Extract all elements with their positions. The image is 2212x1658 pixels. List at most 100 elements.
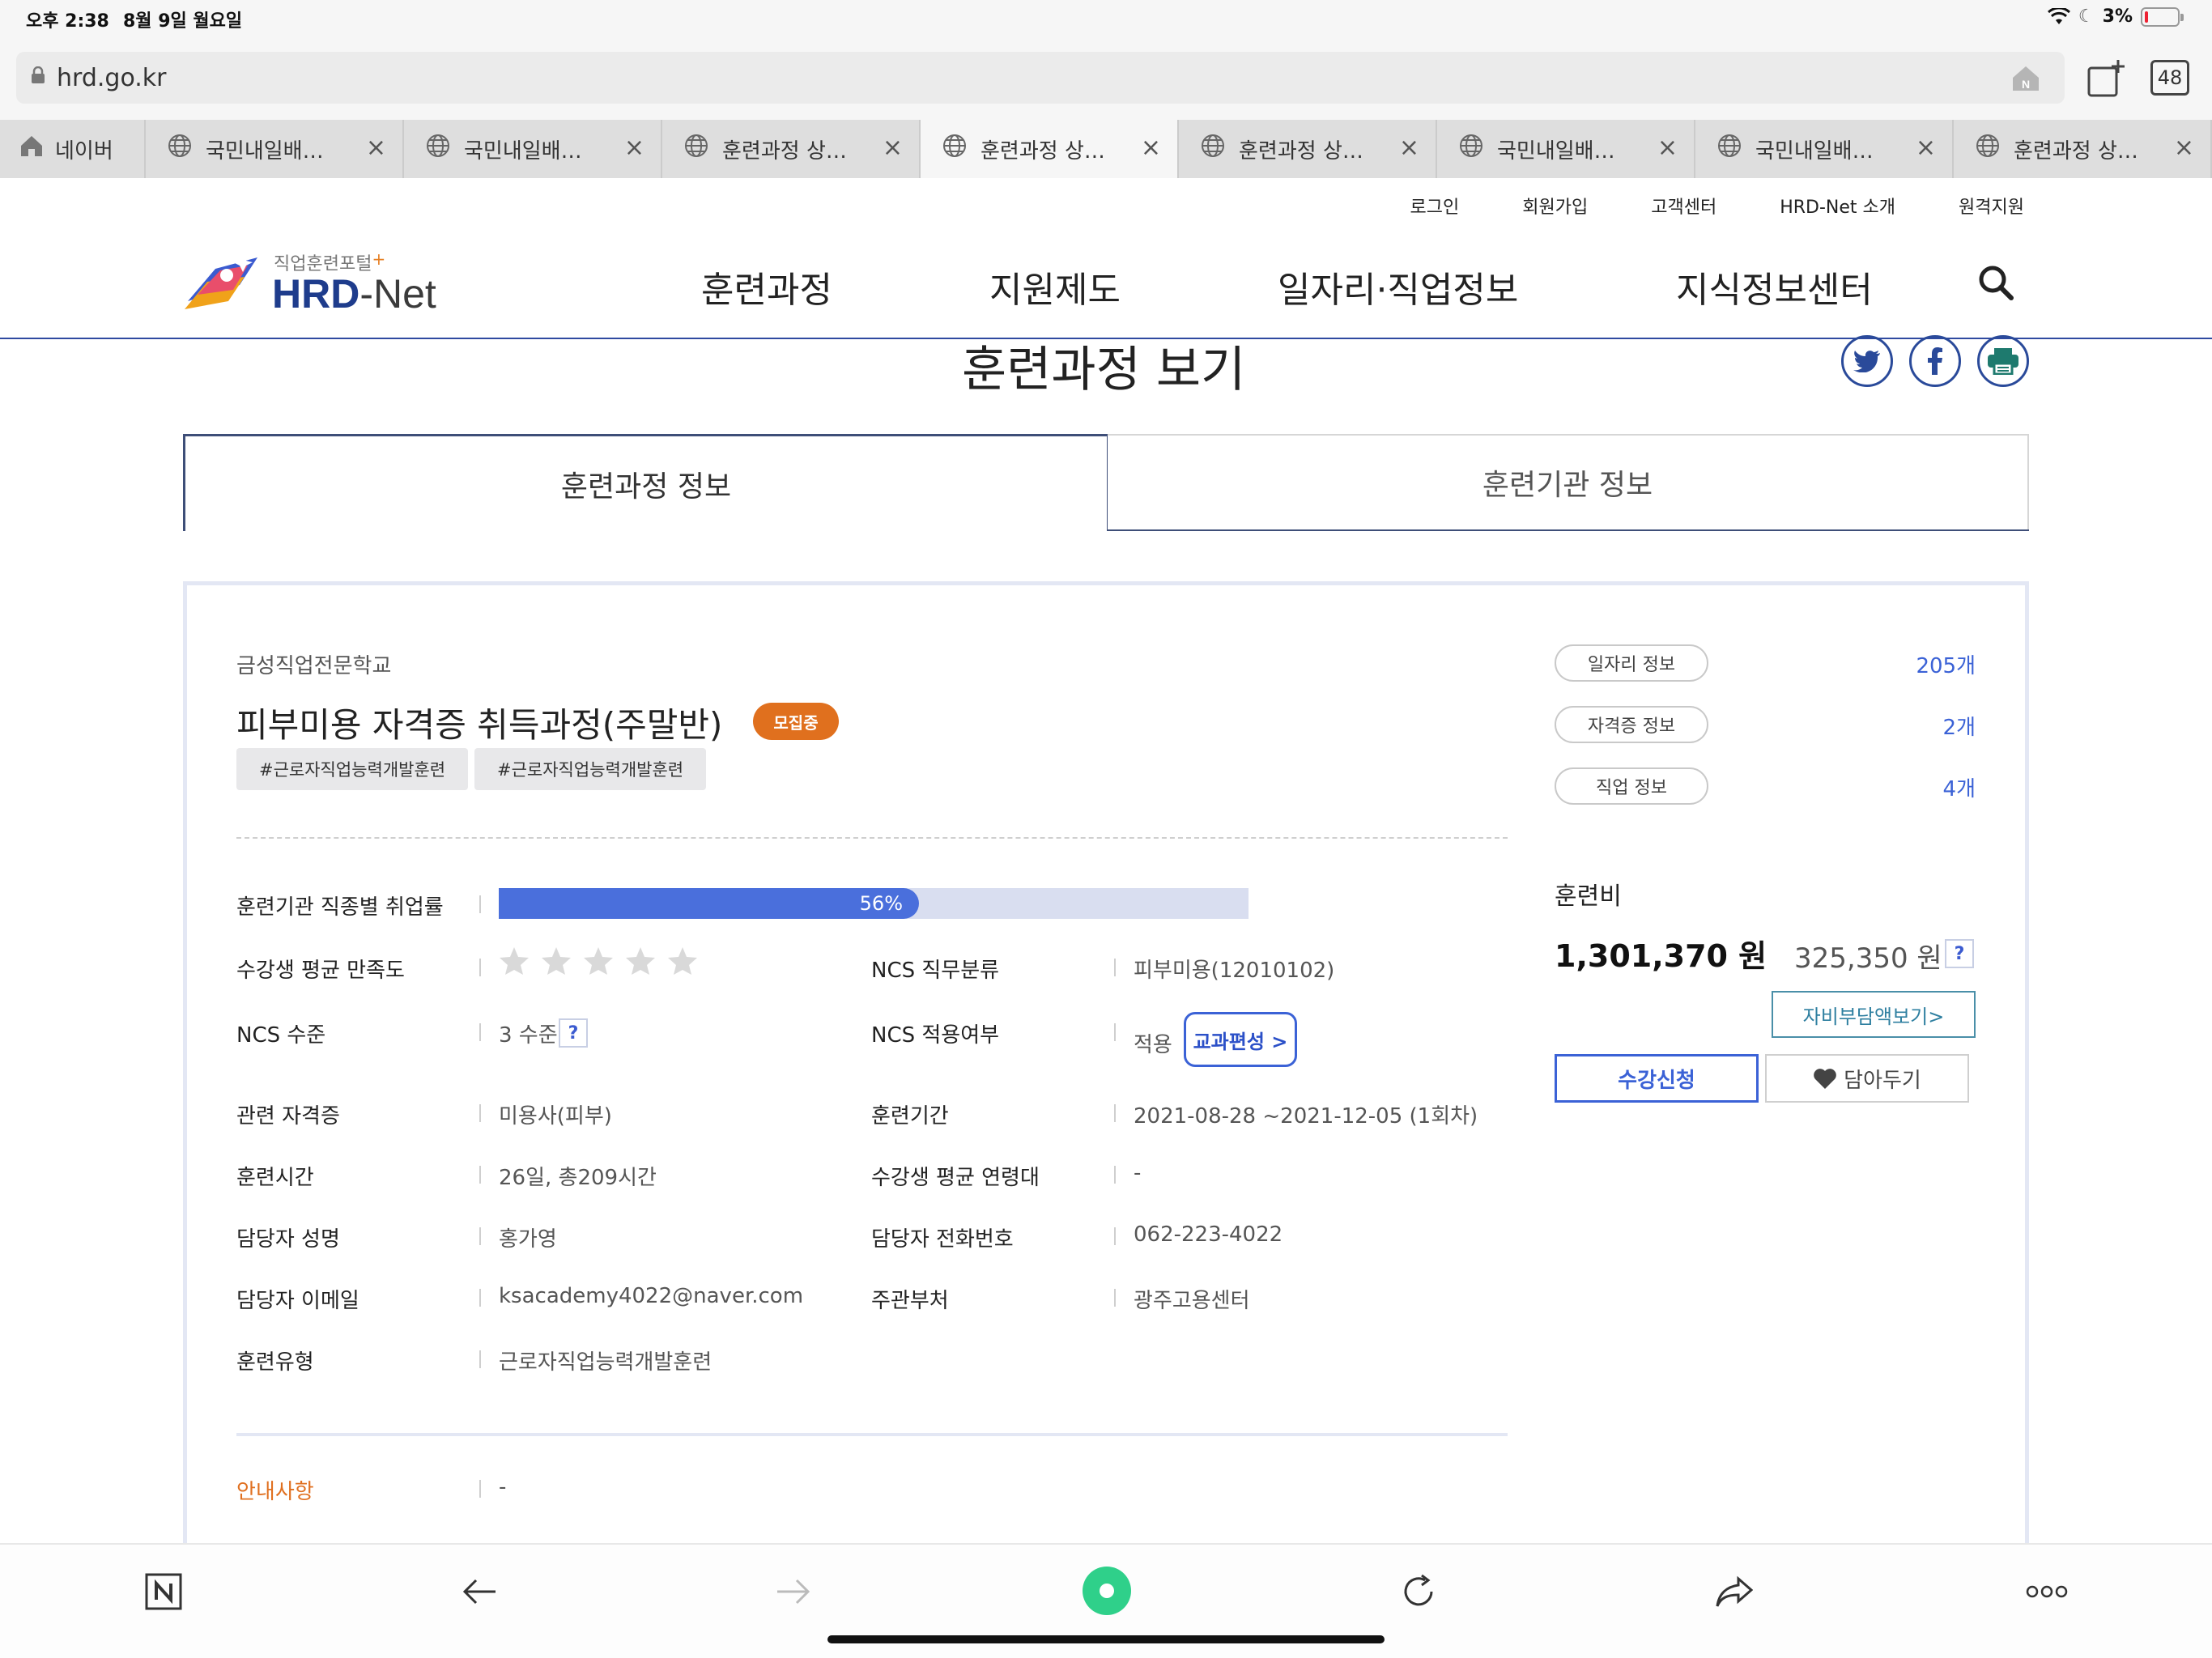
close-tab-icon[interactable]: ×	[1399, 136, 1419, 160]
battery-percent: 3%	[2102, 6, 2133, 27]
browser-tab[interactable]: 훈련과정 상… ×	[921, 120, 1179, 178]
back-arrow-icon[interactable]	[457, 1569, 502, 1614]
search-icon[interactable]	[1977, 264, 2014, 301]
satisfaction-label: 수강생 평균 만족도	[236, 959, 405, 983]
close-tab-icon[interactable]: ×	[883, 136, 903, 160]
cert-value: 미용사(피부)	[499, 1104, 612, 1129]
browser-tab[interactable]: 국민내일배… ×	[404, 120, 662, 178]
util-nav-link[interactable]: 로그인	[1410, 193, 1460, 219]
ncs-level-help-icon[interactable]: ?	[559, 1018, 588, 1048]
save-favorite-button[interactable]: 담아두기	[1765, 1054, 1969, 1103]
main-nav-item[interactable]: 지식정보센터	[1676, 261, 1873, 312]
cert-label: 관련 자격증	[236, 1104, 340, 1129]
hours-value: 26일, 총209시간	[499, 1166, 657, 1190]
browser-tab[interactable]: 훈련과정 상… ×	[1179, 120, 1437, 178]
new-tab-icon[interactable]	[2086, 58, 2126, 99]
jobs-info-count[interactable]: 205개	[1878, 649, 1976, 679]
hrd-net-logo[interactable]: 직업훈련포털+ HRD-Net	[183, 243, 450, 324]
fee-total: 1,301,370 원	[1555, 938, 1767, 974]
lock-icon	[31, 66, 50, 89]
manager-label: 담당자 성명	[236, 1227, 340, 1252]
more-icon[interactable]	[2024, 1569, 2069, 1614]
hashtag-tag[interactable]: #근로자직업능력개발훈련	[474, 748, 707, 790]
employment-rate-bar: 56%	[499, 888, 1249, 919]
separator	[479, 959, 481, 976]
forward-arrow-icon[interactable]	[771, 1569, 816, 1614]
separator	[479, 1289, 481, 1307]
browser-tab[interactable]: 국민내일배… ×	[1437, 120, 1695, 178]
notice-value: -	[499, 1475, 507, 1499]
twitter-icon	[1853, 351, 1880, 372]
main-nav-item[interactable]: 일자리·직업정보	[1278, 261, 1518, 312]
curriculum-button[interactable]: 교과편성 >	[1184, 1012, 1297, 1067]
page-title: 훈련과정 보기	[962, 342, 1246, 398]
print-button[interactable]	[1977, 335, 2029, 387]
reload-icon[interactable]	[1396, 1569, 1441, 1614]
close-tab-icon[interactable]: ×	[366, 136, 386, 160]
period-value: 2021-08-28 ~2021-12-05 (1회차)	[1134, 1104, 1478, 1129]
close-tab-icon[interactable]: ×	[1916, 136, 1936, 160]
browser-tab-label: 국민내일배…	[1755, 138, 1874, 164]
employment-rate-label: 훈련기관 직종별 취업률	[236, 895, 444, 920]
job-info-link[interactable]: 직업 정보	[1555, 767, 1708, 805]
fee-help-icon[interactable]: ?	[1945, 939, 1974, 968]
svg-text:N: N	[2022, 78, 2030, 91]
self-pay-button[interactable]: 자비부담액보기>	[1772, 991, 1976, 1038]
close-tab-icon[interactable]: ×	[624, 136, 644, 160]
separator	[479, 1023, 481, 1041]
browser-tab-label: 훈련과정 상…	[1239, 138, 1363, 164]
separator	[479, 895, 481, 913]
star-icon	[626, 947, 655, 975]
util-nav-link[interactable]: 고객센터	[1651, 193, 1716, 219]
browser-tab-strip: 네이버 국민내일배… × 국민내일배… × 훈련과정 상… × 훈련과정 상… × 훈련과정 상……	[0, 120, 2212, 178]
close-tab-icon[interactable]: ×	[2174, 136, 2194, 160]
close-tab-icon[interactable]: ×	[1141, 136, 1161, 160]
heart-icon	[1814, 1069, 1836, 1089]
tab-institution-info[interactable]: 훈련기관 정보	[1108, 434, 2029, 531]
util-nav-link[interactable]: 회원가입	[1522, 193, 1588, 219]
util-nav-link[interactable]: HRD-Net 소개	[1780, 193, 1895, 219]
browser-tab[interactable]: 네이버	[0, 120, 146, 178]
naver-home-icon[interactable]: N	[2010, 62, 2042, 94]
green-dot-icon[interactable]	[1082, 1566, 1132, 1616]
url-field[interactable]: hrd.go.kr N	[16, 52, 2065, 104]
browser-tab[interactable]: 국민내일배… ×	[1695, 120, 1954, 178]
browser-tab[interactable]: 국민내일배… ×	[146, 120, 404, 178]
status-date: 8월 9일 월요일	[123, 11, 243, 32]
separator	[1114, 959, 1116, 976]
ncs-level-value: 3 수준	[499, 1023, 558, 1048]
period-label: 훈련기간	[871, 1104, 949, 1129]
globe-icon	[423, 133, 453, 165]
home-icon	[19, 134, 44, 164]
institution-name[interactable]: 금성직업전문학교	[236, 649, 391, 679]
print-icon	[1988, 348, 2018, 375]
hours-label: 훈련시간	[236, 1166, 314, 1190]
tab-count-button[interactable]: 48	[2150, 60, 2189, 96]
cert-info-count[interactable]: 2개	[1878, 711, 1976, 741]
browser-tab-label: 국민내일배…	[206, 138, 324, 164]
apply-button[interactable]: 수강신청	[1555, 1054, 1759, 1103]
close-tab-icon[interactable]: ×	[1657, 136, 1678, 160]
jobs-info-link[interactable]: 일자리 정보	[1555, 644, 1708, 682]
separator	[479, 1227, 481, 1245]
email-value: ksacademy4022@naver.com	[499, 1284, 804, 1308]
main-nav-item[interactable]: 지원제도	[989, 261, 1121, 312]
training-type-label: 훈련유형	[236, 1350, 314, 1375]
tab-course-info[interactable]: 훈련과정 정보	[183, 434, 1109, 531]
wifi-icon	[2047, 7, 2070, 24]
globe-icon	[1198, 133, 1227, 165]
main-nav-item[interactable]: 훈련과정	[701, 261, 832, 312]
satisfaction-stars	[499, 946, 698, 976]
cert-info-link[interactable]: 자격증 정보	[1555, 706, 1708, 743]
job-info-count[interactable]: 4개	[1878, 772, 1976, 802]
share-arrow-icon[interactable]	[1712, 1569, 1757, 1614]
browser-tab[interactable]: 훈련과정 상… ×	[1954, 120, 2212, 178]
facebook-share-button[interactable]	[1909, 335, 1961, 387]
browser-tab-label: 네이버	[55, 138, 113, 164]
separator	[479, 1166, 481, 1184]
browser-tab[interactable]: 훈련과정 상… ×	[662, 120, 921, 178]
util-nav-link[interactable]: 원격지원	[1959, 193, 2024, 219]
naver-n-icon[interactable]	[141, 1569, 186, 1614]
twitter-share-button[interactable]	[1841, 335, 1893, 387]
hashtag-tag[interactable]: #근로자직업능력개발훈련	[236, 748, 469, 790]
